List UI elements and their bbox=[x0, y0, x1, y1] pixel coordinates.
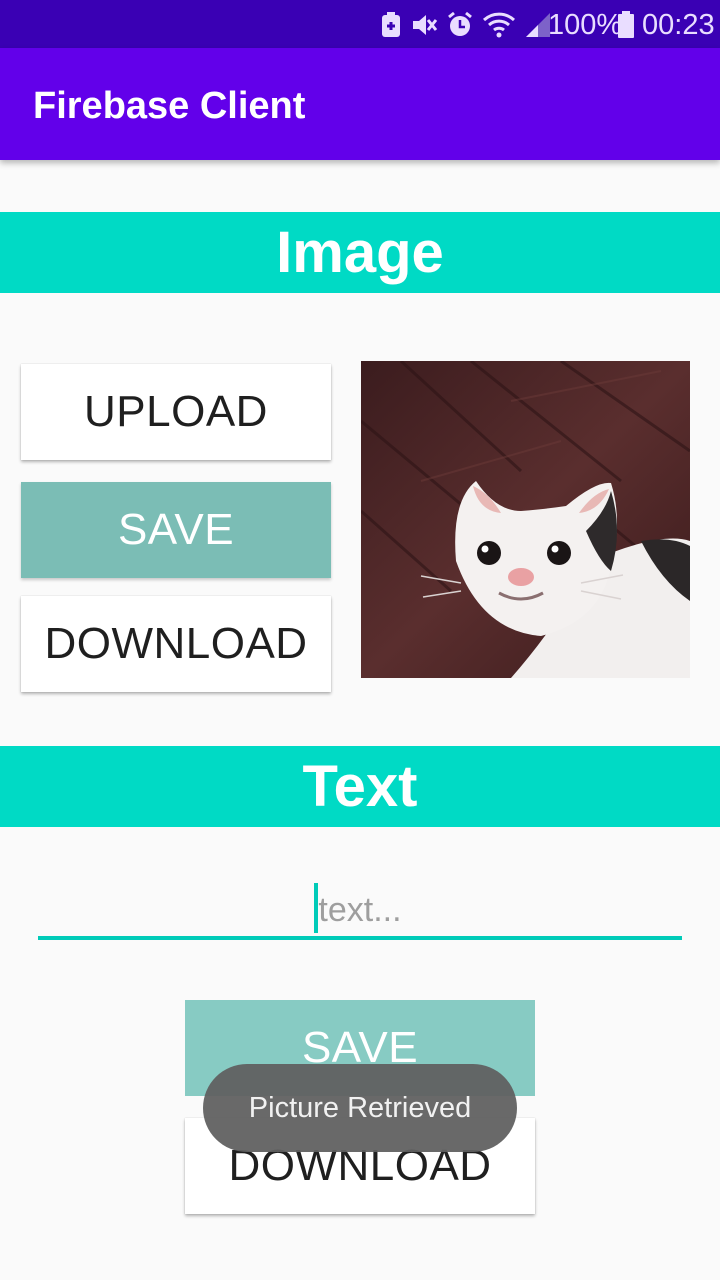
battery-saver-icon bbox=[380, 11, 402, 39]
battery-percentage: 100% bbox=[548, 9, 623, 41]
status-icons bbox=[380, 10, 552, 40]
app-title: Firebase Client bbox=[33, 85, 306, 127]
text-section-header: Text bbox=[0, 746, 720, 827]
image-section-title: Image bbox=[276, 219, 444, 285]
status-bar: 100% 00:23 bbox=[0, 0, 720, 48]
alarm-icon bbox=[446, 11, 474, 39]
text-cursor bbox=[314, 883, 318, 933]
text-input-placeholder: text... bbox=[318, 891, 402, 929]
upload-image-button[interactable]: UPLOAD bbox=[21, 364, 331, 460]
save-image-button[interactable]: SAVE bbox=[21, 482, 331, 578]
toast-message: Picture Retrieved bbox=[203, 1064, 517, 1152]
retrieved-image bbox=[361, 361, 690, 678]
image-section-header: Image bbox=[0, 212, 720, 293]
status-clock: 00:23 bbox=[642, 9, 715, 41]
mute-icon bbox=[410, 11, 438, 39]
text-input[interactable]: text... bbox=[38, 880, 682, 940]
text-section-title: Text bbox=[302, 753, 418, 819]
battery-icon bbox=[617, 11, 635, 44]
app-bar: Firebase Client bbox=[0, 48, 720, 160]
text-input-underline bbox=[38, 936, 682, 940]
wifi-icon bbox=[482, 11, 516, 39]
cat-photo bbox=[361, 361, 690, 678]
download-image-button[interactable]: DOWNLOAD bbox=[21, 596, 331, 692]
